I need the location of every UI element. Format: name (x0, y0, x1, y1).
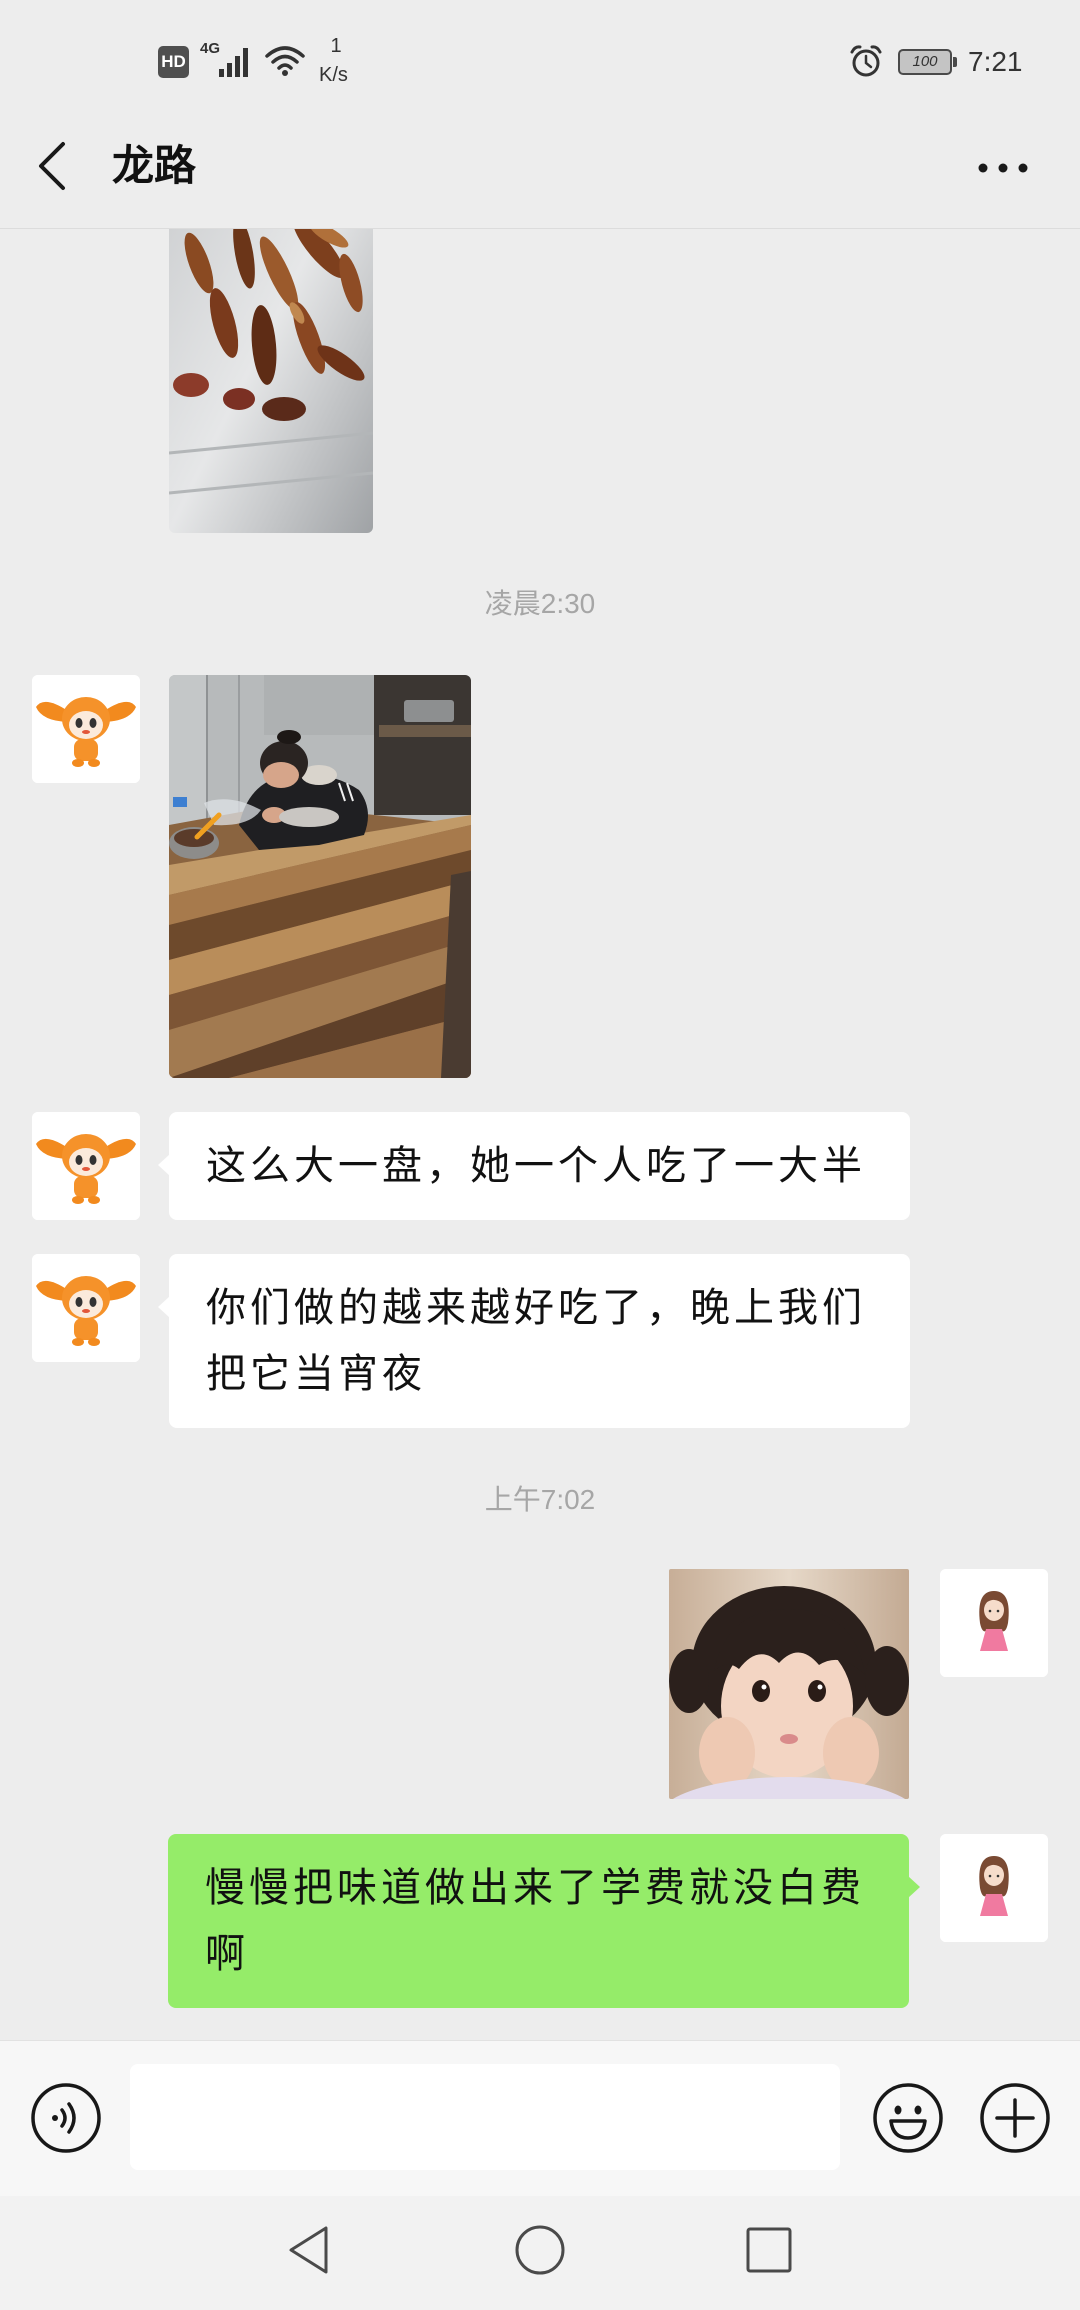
nav-recents-icon[interactable] (745, 2226, 793, 2274)
incoming-image-message[interactable] (169, 675, 471, 1078)
chat-header: 龙路 (0, 110, 1080, 229)
image-thumbnail (169, 229, 373, 533)
my-avatar[interactable] (940, 1834, 1048, 1942)
contact-avatar[interactable] (32, 1254, 140, 1362)
message-text: 你们做的越来越好吃了，晚上我们把它当宵夜 (206, 1286, 866, 1396)
message-text: 慢慢把味道做出来了学费就没白费啊 (205, 1866, 865, 1976)
plus-icon[interactable] (979, 2082, 1051, 2154)
cartoon-girl-avatar-icon (940, 1569, 1048, 1677)
image-thumbnail (669, 1569, 909, 1799)
status-bar: HD 4G 1 K/s 100 7:21 (0, 0, 1080, 110)
contact-avatar[interactable] (32, 1112, 140, 1220)
clock-time: 7:21 (968, 46, 1023, 77)
contact-avatar[interactable] (32, 675, 140, 783)
net-speed-value: 1 (330, 35, 342, 57)
chat-title: 龙路 (112, 142, 197, 189)
my-avatar[interactable] (940, 1569, 1048, 1677)
battery-icon: 100 (898, 49, 957, 75)
image-thumbnail (169, 675, 471, 1078)
wifi-icon (265, 46, 305, 76)
battery-level: 100 (912, 53, 938, 70)
incoming-image-message[interactable] (169, 229, 373, 533)
emoji-icon[interactable] (872, 2082, 944, 2154)
hd-badge: HD (158, 46, 189, 78)
back-arrow-icon[interactable] (32, 137, 78, 195)
voice-icon[interactable] (30, 2082, 102, 2154)
orange-monster-avatar-icon (32, 1112, 140, 1220)
message-timestamp: 凌晨2:30 (484, 588, 596, 619)
incoming-message-bubble[interactable]: 你们做的越来越好吃了，晚上我们把它当宵夜 (158, 1254, 910, 1428)
net-speed-unit: K/s (319, 64, 348, 86)
network-type: 4G (200, 40, 221, 57)
message-timestamp: 上午7:02 (484, 1484, 596, 1515)
message-input[interactable] (130, 2064, 840, 2170)
outgoing-image-message[interactable] (669, 1569, 909, 1799)
orange-monster-avatar-icon (32, 675, 140, 783)
alarm-icon (850, 45, 882, 77)
outgoing-message-bubble[interactable]: 慢慢把味道做出来了学费就没白费啊 (168, 1834, 920, 2008)
signal-icon (219, 48, 248, 77)
message-text: 这么大一盘，她一个人吃了一大半 (206, 1144, 866, 1188)
message-list[interactable]: 凌晨2:30 这么大一盘，她一个人吃了一大半 你们做的越来越好吃了，晚上我们把它… (0, 229, 1080, 2040)
incoming-message-bubble[interactable]: 这么大一盘，她一个人吃了一大半 (158, 1112, 910, 1220)
orange-monster-avatar-icon (32, 1254, 140, 1362)
nav-back-icon[interactable] (286, 2224, 332, 2276)
nav-home-icon[interactable] (514, 2224, 566, 2276)
system-nav-bar (0, 2196, 1080, 2310)
more-icon[interactable] (972, 155, 1034, 181)
cartoon-girl-avatar-icon (940, 1834, 1048, 1942)
input-toolbar (0, 2040, 1080, 2196)
